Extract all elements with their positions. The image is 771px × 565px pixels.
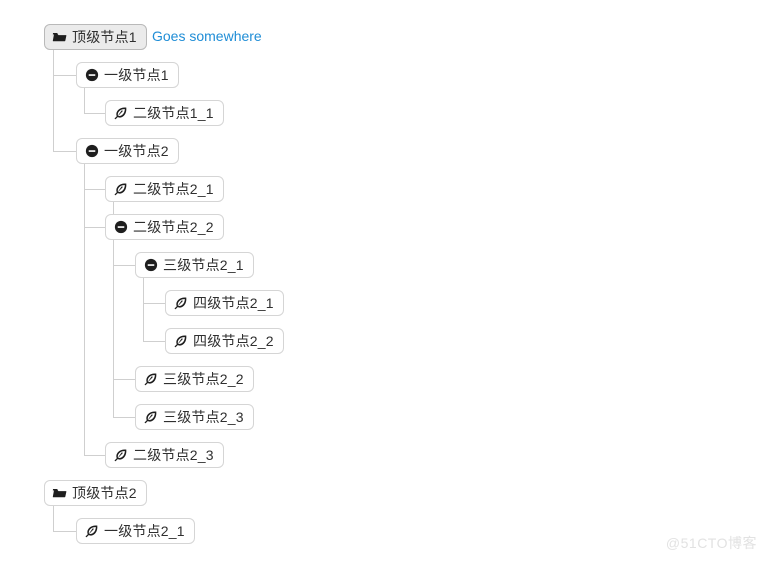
tree-node-n5[interactable]: 二级节点2_1	[105, 176, 224, 202]
goes-somewhere-link[interactable]: Goes somewhere	[152, 28, 262, 44]
tree-connector-horizontal	[113, 265, 135, 266]
leaf-icon	[113, 448, 128, 463]
tree-connector-horizontal	[53, 75, 76, 76]
tree-connector-horizontal	[84, 189, 105, 190]
tree-node-n13[interactable]: 顶级节点2	[44, 480, 147, 506]
leaf-icon	[113, 106, 128, 121]
folder-icon	[52, 486, 67, 501]
leaf-icon	[143, 410, 158, 425]
minus-circle-icon[interactable]	[113, 220, 128, 235]
leaf-icon	[143, 372, 158, 387]
leaf-icon	[173, 296, 188, 311]
tree-connector-vertical	[53, 50, 54, 139]
tree-node-label: 四级节点2_1	[193, 295, 274, 311]
tree-node-n12[interactable]: 二级节点2_3	[105, 442, 224, 468]
tree-node-label: 顶级节点2	[72, 485, 137, 501]
tree-connector-horizontal	[84, 113, 105, 114]
leaf-icon	[84, 524, 99, 539]
tree-connector-horizontal	[84, 227, 105, 228]
tree-view: 顶级节点1 一级节点1 二级节点1_1 一级节点2 二级节点2_1 二级节点2_2 三级节点…	[0, 0, 771, 565]
tree-node-label: 三级节点2_2	[163, 371, 244, 387]
tree-connector-vertical	[113, 240, 114, 418]
tree-node-n11[interactable]: 三级节点2_3	[135, 404, 254, 430]
tree-connector-vertical	[84, 164, 85, 455]
tree-connector-vertical	[84, 88, 85, 113]
tree-connector-vertical	[53, 139, 54, 151]
folder-icon	[52, 30, 67, 45]
tree-node-n8[interactable]: 四级节点2_1	[165, 290, 284, 316]
tree-node-n14[interactable]: 一级节点2_1	[76, 518, 195, 544]
tree-connector-vertical	[53, 506, 54, 531]
tree-node-n6[interactable]: 二级节点2_2	[105, 214, 224, 240]
watermark: @51CTO博客	[665, 535, 757, 551]
tree-node-n3[interactable]: 二级节点1_1	[105, 100, 224, 126]
tree-node-label: 一级节点2	[104, 143, 169, 159]
tree-node-label: 一级节点1	[104, 67, 169, 83]
tree-node-label: 二级节点2_3	[133, 447, 214, 463]
tree-node-n9[interactable]: 四级节点2_2	[165, 328, 284, 354]
leaf-icon	[173, 334, 188, 349]
tree-connector-horizontal	[113, 417, 135, 418]
tree-node-label: 二级节点1_1	[133, 105, 214, 121]
tree-connector-horizontal	[53, 151, 76, 152]
tree-node-n4[interactable]: 一级节点2	[76, 138, 179, 164]
tree-node-label: 四级节点2_2	[193, 333, 274, 349]
minus-circle-icon[interactable]	[84, 144, 99, 159]
tree-node-label: 顶级节点1	[72, 29, 137, 45]
tree-node-label: 二级节点2_2	[133, 219, 214, 235]
tree-node-n1[interactable]: 顶级节点1	[44, 24, 147, 50]
minus-circle-icon[interactable]	[84, 68, 99, 83]
tree-node-label: 三级节点2_1	[163, 257, 244, 273]
tree-connector-horizontal	[84, 455, 105, 456]
tree-node-n10[interactable]: 三级节点2_2	[135, 366, 254, 392]
tree-connector-horizontal	[113, 379, 135, 380]
minus-circle-icon[interactable]	[143, 258, 158, 273]
tree-node-label: 三级节点2_3	[163, 409, 244, 425]
tree-node-label: 二级节点2_1	[133, 181, 214, 197]
tree-node-n2[interactable]: 一级节点1	[76, 62, 179, 88]
tree-node-label: 一级节点2_1	[104, 523, 185, 539]
tree-connector-vertical	[143, 278, 144, 341]
tree-connector-horizontal	[143, 341, 165, 342]
tree-connector-horizontal	[53, 531, 76, 532]
leaf-icon	[113, 182, 128, 197]
tree-node-n7[interactable]: 三级节点2_1	[135, 252, 254, 278]
tree-connector-horizontal	[143, 303, 165, 304]
